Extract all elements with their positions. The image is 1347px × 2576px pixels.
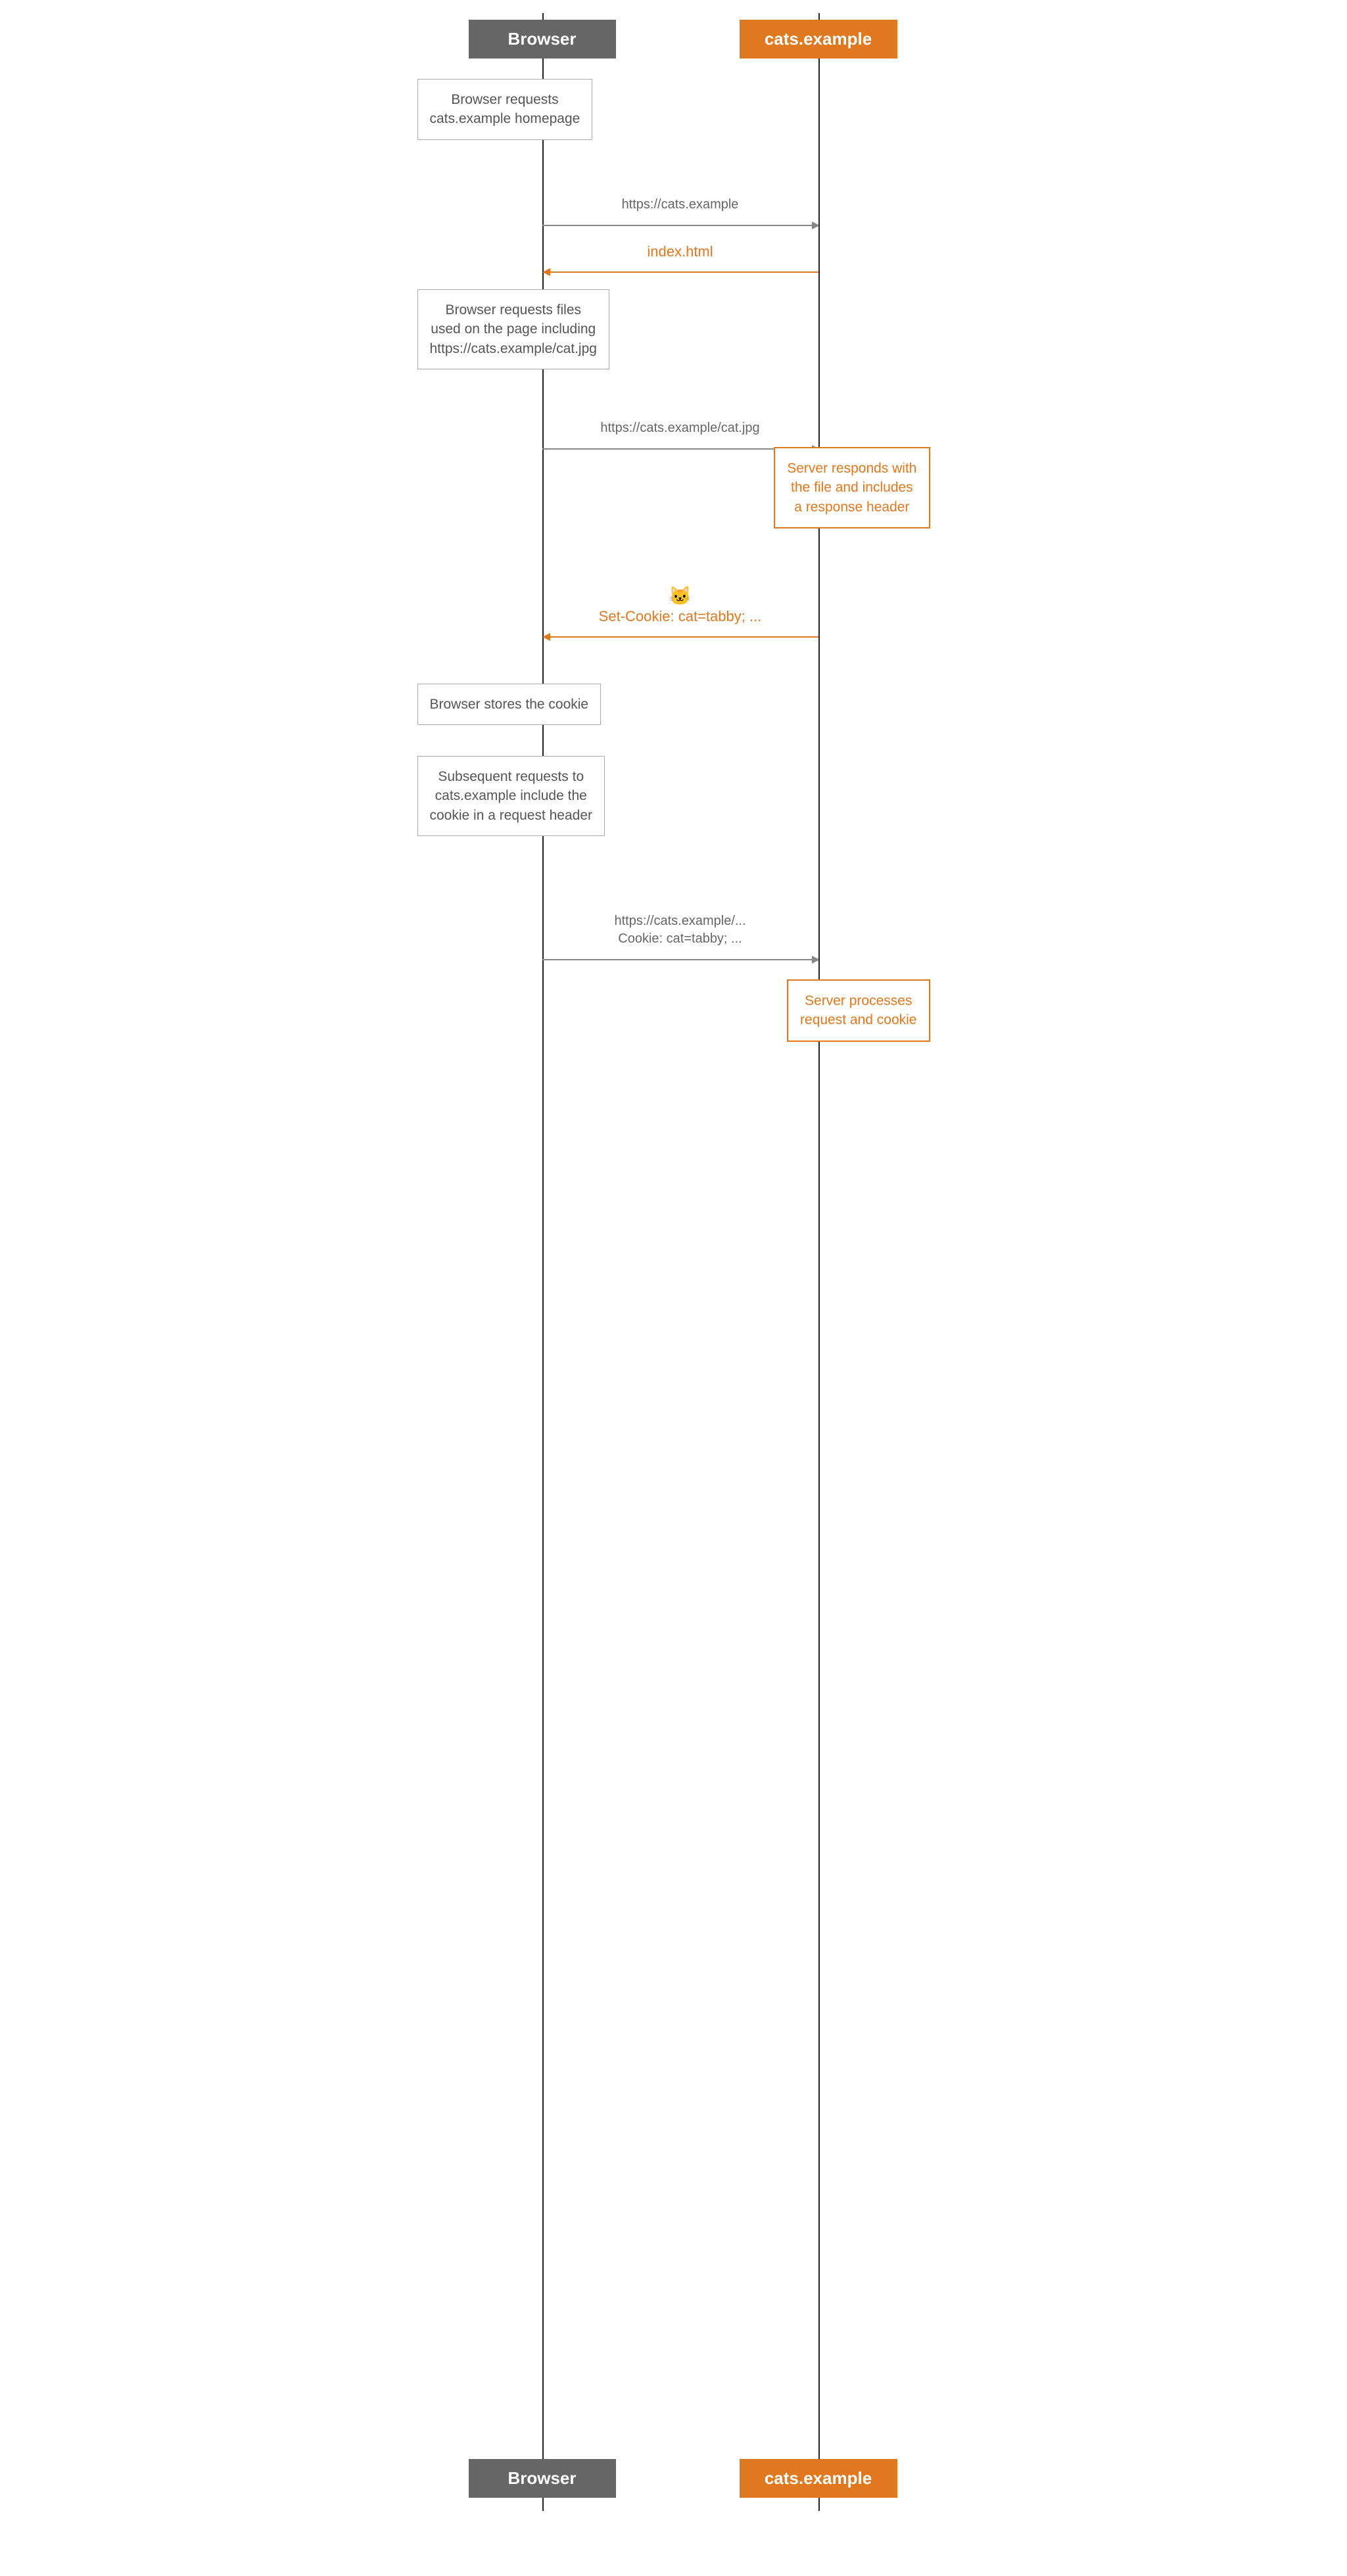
actor-server-top-label: cats.example bbox=[765, 29, 872, 49]
arrow-request-cat-jpg-label: https://cats.example/cat.jpg bbox=[542, 421, 818, 436]
note-browser-requests-homepage: Browser requestscats.example homepage bbox=[417, 79, 593, 140]
set-cookie-label: Set-Cookie: cat=tabby; ... bbox=[542, 608, 818, 625]
note-server-processes: Server processesrequest and cookie bbox=[787, 979, 930, 1042]
arrow-response-index-svg bbox=[542, 262, 818, 283]
note-browser-requests-homepage-text: Browser requestscats.example homepage bbox=[430, 92, 580, 126]
arrow-request-homepage: https://cats.example bbox=[542, 197, 818, 236]
note-browser-requests-files: Browser requests filesused on the page i… bbox=[417, 289, 609, 369]
actor-browser-top-label: Browser bbox=[508, 29, 576, 49]
actor-server-bottom-label: cats.example bbox=[765, 2468, 872, 2488]
actor-server-top: cats.example bbox=[740, 20, 897, 59]
note-browser-stores-cookie: Browser stores the cookie bbox=[417, 684, 602, 725]
arrow-subsequent-request-svg bbox=[542, 949, 818, 970]
arrow-subsequent-request-label1: https://cats.example/... bbox=[542, 914, 818, 929]
arrow-set-cookie-svg bbox=[542, 626, 818, 647]
actor-server-bottom: cats.example bbox=[740, 2459, 897, 2498]
lifeline-browser bbox=[542, 13, 544, 2511]
arrow-request-homepage-label: https://cats.example bbox=[542, 197, 818, 212]
note-browser-stores-cookie-text: Browser stores the cookie bbox=[430, 697, 589, 712]
arrow-subsequent-request-label2: Cookie: cat=tabby; ... bbox=[542, 931, 818, 947]
arrow-subsequent-request: https://cats.example/... Cookie: cat=tab… bbox=[542, 914, 818, 970]
note-subsequent-requests-text: Subsequent requests tocats.example inclu… bbox=[430, 769, 593, 823]
note-server-responds-text: Server responds withthe file and include… bbox=[787, 461, 916, 515]
actor-browser-top: Browser bbox=[469, 20, 616, 59]
arrow-response-index-label: index.html bbox=[542, 243, 818, 260]
note-subsequent-requests: Subsequent requests tocats.example inclu… bbox=[417, 756, 605, 836]
actor-browser-bottom-label: Browser bbox=[508, 2468, 576, 2488]
arrow-set-cookie: 🐱 Set-Cookie: cat=tabby; ... bbox=[542, 585, 818, 647]
arrow-request-homepage-svg bbox=[542, 215, 818, 236]
note-browser-requests-files-text: Browser requests filesused on the page i… bbox=[430, 302, 597, 356]
note-server-responds: Server responds withthe file and include… bbox=[774, 447, 930, 528]
arrow-response-index: index.html bbox=[542, 243, 818, 283]
actor-browser-bottom: Browser bbox=[469, 2459, 616, 2498]
sequence-diagram: Browser cats.example Browser requestscat… bbox=[411, 13, 937, 2511]
set-cookie-emoji: 🐱 bbox=[542, 585, 818, 607]
lifeline-server bbox=[818, 13, 820, 2511]
note-server-processes-text: Server processesrequest and cookie bbox=[800, 993, 916, 1027]
